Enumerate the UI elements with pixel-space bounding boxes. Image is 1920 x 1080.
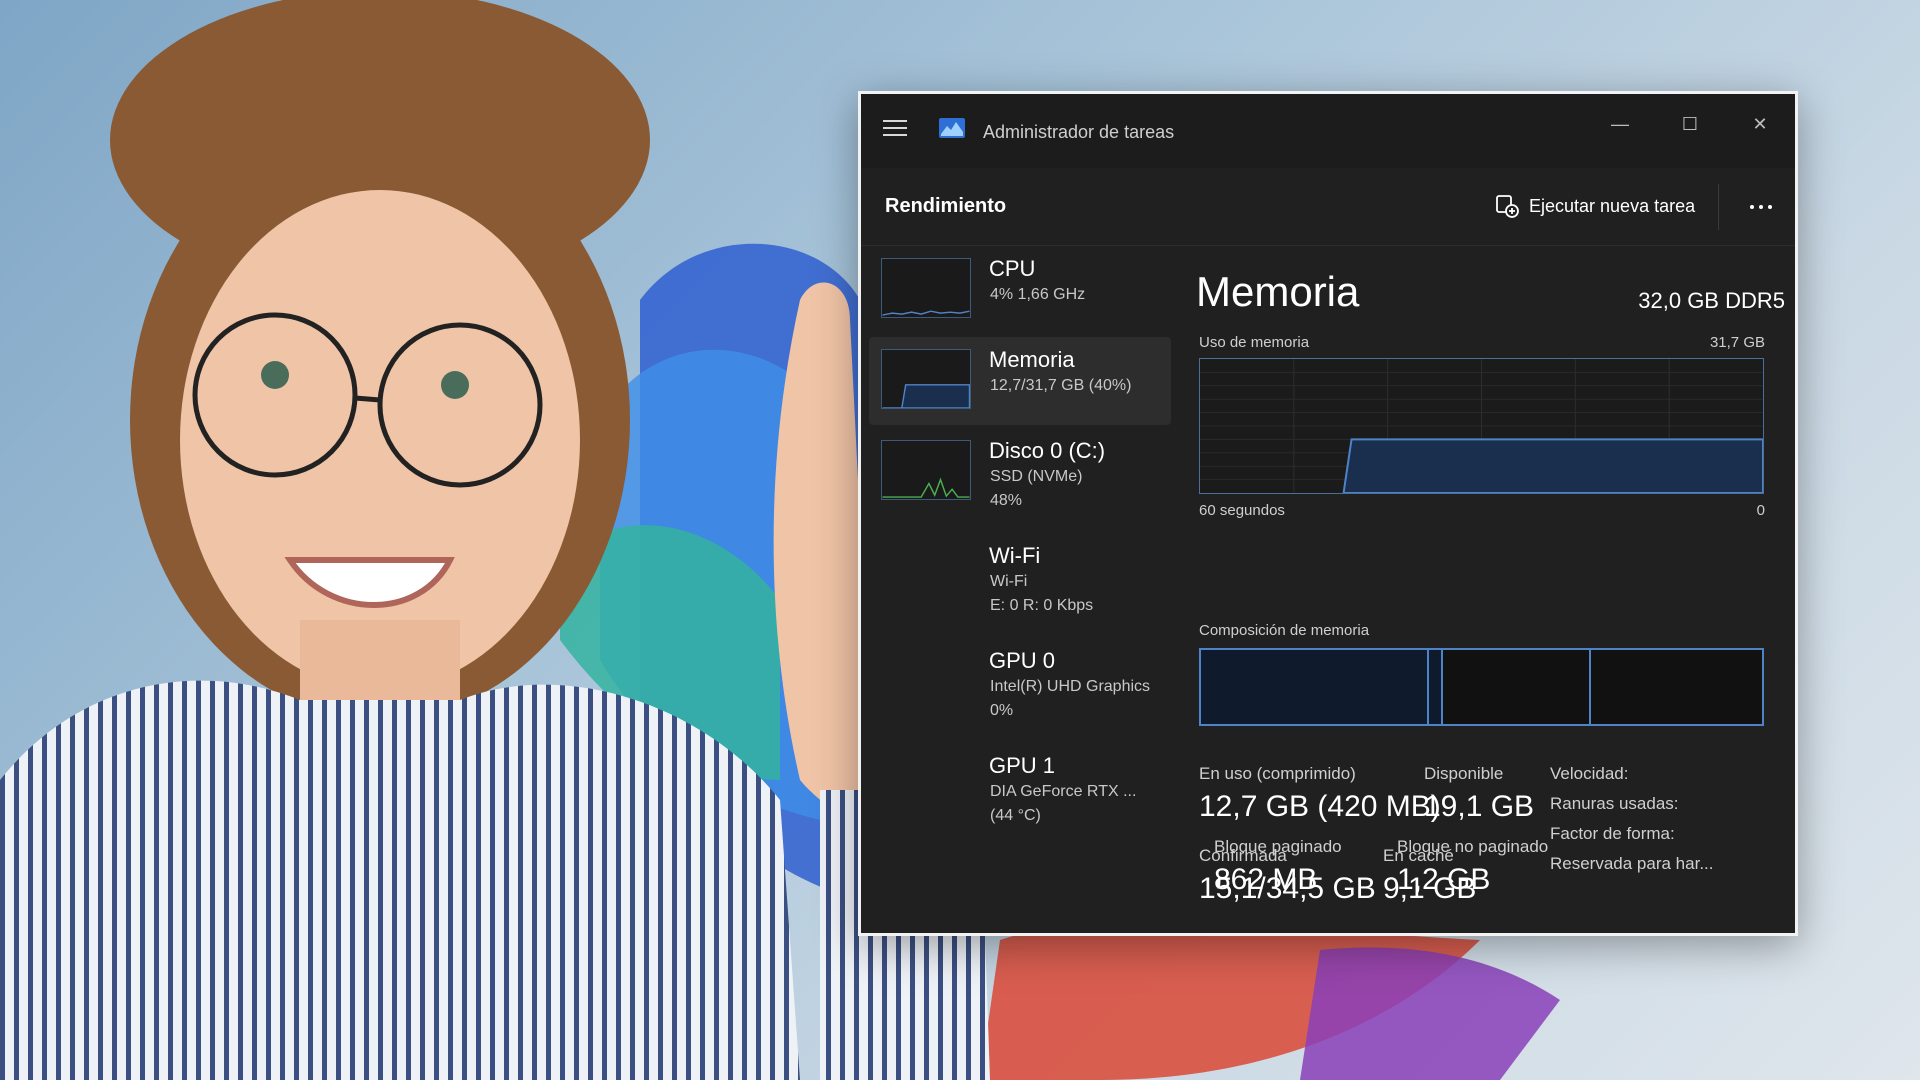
memory-thumbnail-graph [881, 349, 971, 409]
sidebar-item-memoria[interactable]: Memoria 12,7/31,7 GB (40%) [869, 337, 1171, 425]
in-use-label: En uso (comprimido) [1199, 764, 1356, 783]
sidebar-item-label: GPU 0 [989, 648, 1056, 673]
memory-usage-area [1342, 438, 1763, 493]
available-label: Disponible [1424, 764, 1504, 783]
run-task-icon [1496, 195, 1519, 218]
speed-label: Velocidad: [1550, 764, 1629, 783]
committed-value: 15,1/34,5 GB [1199, 872, 1376, 905]
sidebar-item-detail: 4% 1,66 GHz [990, 286, 1086, 303]
sidebar-item-label: Memoria [989, 347, 1075, 372]
sidebar-item-detail-2: 0% [990, 702, 1014, 719]
sidebar-item-detail: 12,7/31,7 GB (40%) [990, 377, 1132, 394]
disk-thumbnail-graph [881, 440, 971, 500]
maximize-icon[interactable]: ☐ [1662, 104, 1718, 144]
available-value: 19,1 GB [1424, 790, 1535, 823]
performance-sidebar: CPU 4% 1,66 GHz Memoria 12,7/31,7 GB (40… [861, 246, 1171, 933]
minimize-icon[interactable]: — [1592, 104, 1648, 144]
sidebar-item-detail: SSD (NVMe) [990, 468, 1083, 485]
sidebar-item-detail-2: 48% [990, 492, 1023, 509]
hardware-reserved-label: Reservada para har... [1550, 854, 1714, 873]
memory-panel: Memoria 32,0 GB DDR5 Uso de memoria 31,7… [1171, 246, 1795, 933]
sidebar-item-gpu1[interactable]: GPU 1 DIA GeForce RTX ... (44 °C) [869, 743, 1171, 831]
time-right-label: 0 [1756, 502, 1765, 519]
title-bar: Administrador de tareas — ☐ ✕ [861, 94, 1795, 168]
sidebar-item-label: GPU 1 [989, 753, 1056, 778]
time-left-label: 60 segundos [1199, 502, 1285, 519]
cached-label: En caché [1383, 846, 1454, 865]
close-icon[interactable]: ✕ [1732, 104, 1788, 144]
in-use-value: 12,7 GB (420 MB) [1199, 790, 1441, 823]
sidebar-item-detail-2: E: 0 R: 0 Kbps [990, 597, 1094, 614]
composition-modified [1429, 650, 1443, 724]
toolbar: Rendimiento Ejecutar nueva tarea [861, 168, 1795, 246]
memory-usage-graph [1199, 358, 1764, 494]
memory-spec: 32,0 GB DDR5 [1638, 288, 1785, 313]
slots-label: Ranuras usadas: [1550, 794, 1679, 813]
form-factor-label: Factor de forma: [1550, 824, 1675, 843]
sidebar-item-detail: Intel(R) UHD Graphics [990, 678, 1151, 695]
run-new-task-label: Ejecutar nueva tarea [1529, 195, 1696, 216]
cached-value: 9,1 GB [1383, 872, 1477, 905]
usage-label: Uso de memoria [1199, 334, 1310, 351]
composition-label: Composición de memoria [1199, 622, 1370, 639]
toolbar-divider [1718, 184, 1719, 230]
window-title: Administrador de tareas [983, 122, 1175, 142]
memory-composition-bar [1199, 648, 1764, 726]
composition-in-use [1201, 650, 1429, 724]
run-new-task-button[interactable]: Ejecutar nueva tarea [1495, 188, 1695, 224]
task-manager-app-icon [939, 118, 965, 138]
sidebar-item-detail: DIA GeForce RTX ... [990, 783, 1137, 800]
sidebar-item-cpu[interactable]: CPU 4% 1,66 GHz [869, 246, 1171, 334]
sidebar-item-label: CPU [989, 256, 1036, 281]
more-options-icon[interactable] [1741, 192, 1781, 222]
sidebar-item-disco[interactable]: Disco 0 (C:) SSD (NVMe) 48% [869, 428, 1171, 516]
sidebar-item-detail: Wi-Fi [990, 573, 1028, 590]
composition-free [1591, 650, 1762, 724]
sidebar-item-label: Disco 0 (C:) [989, 438, 1106, 463]
sidebar-item-detail-2: (44 °C) [990, 807, 1041, 824]
sidebar-item-gpu0[interactable]: GPU 0 Intel(R) UHD Graphics 0% [869, 638, 1171, 726]
task-manager-window: Administrador de tareas — ☐ ✕ Rendimient… [858, 91, 1798, 936]
section-title: Rendimiento [885, 195, 1007, 217]
sidebar-item-label: Wi-Fi [989, 543, 1041, 568]
cpu-thumbnail-graph [881, 258, 971, 318]
sidebar-item-wifi[interactable]: Wi-Fi Wi-Fi E: 0 R: 0 Kbps [869, 533, 1171, 621]
hamburger-menu-icon[interactable] [883, 120, 907, 138]
composition-standby [1443, 650, 1591, 724]
memory-title: Memoria [1196, 268, 1360, 315]
usage-max-label: 31,7 GB [1709, 334, 1765, 351]
committed-label: Confirmada [1199, 846, 1287, 865]
